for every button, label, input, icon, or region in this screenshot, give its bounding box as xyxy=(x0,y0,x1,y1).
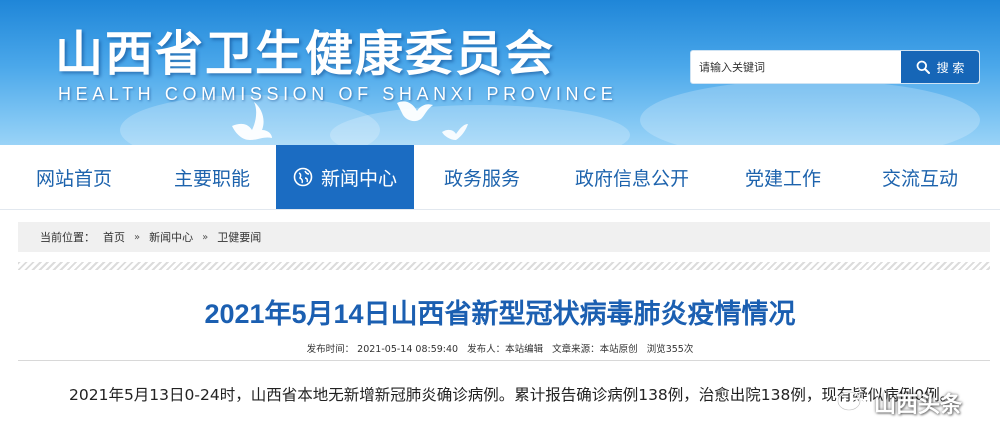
divider xyxy=(18,360,990,361)
header-banner: 山西省卫生健康委员会 HEALTH COMMISSION OF SHANXI P… xyxy=(0,0,1000,145)
wechat-icon xyxy=(837,391,868,415)
nav-item-label: 网站首页 xyxy=(35,167,112,190)
search-box: 搜 索 xyxy=(690,50,980,84)
article-meta: 发布时间： 2021-05-14 08:59:40 发布人：本站编辑 文章来源：… xyxy=(0,341,1000,355)
nav-item-label: 交流互动 xyxy=(881,167,958,190)
watermark-text: 山西头条 xyxy=(874,393,963,418)
main-nav: 网站首页 主要职能 新闻中心 政务服务 政府信息公开 党建工作 交流互动 xyxy=(0,145,1000,210)
meta-author: 发布人：本站编辑 xyxy=(467,344,544,355)
breadcrumb-separator: » xyxy=(202,231,209,243)
breadcrumb-prefix: 当前位置： xyxy=(40,231,95,244)
breadcrumb-separator: » xyxy=(134,231,141,243)
article-title: 2021年5月14日山西省新型冠状病毒肺炎疫情情况 xyxy=(204,299,796,329)
divider xyxy=(18,262,990,270)
nav-item-home[interactable]: 网站首页 xyxy=(0,145,148,209)
dove-icon xyxy=(442,124,468,140)
meta-views: 浏览355次 xyxy=(646,344,694,355)
watermark: 山西头条 xyxy=(836,386,962,420)
meta-source: 文章来源：本站原创 xyxy=(552,344,638,355)
nav-item-interaction[interactable]: 交流互动 xyxy=(852,145,988,209)
breadcrumb-item-news[interactable]: 新闻中心 xyxy=(149,229,193,245)
cloud-decoration xyxy=(640,80,980,145)
nav-item-news[interactable]: 新闻中心 xyxy=(276,145,414,209)
site-title[interactable]: 山西省卫生健康委员会 xyxy=(55,14,555,84)
nav-item-label: 新闻中心 xyxy=(320,167,397,190)
nav-item-label: 党建工作 xyxy=(744,167,821,190)
meta-published: 发布时间： 2021-05-14 08:59:40 xyxy=(306,344,459,355)
search-button[interactable]: 搜 索 xyxy=(901,51,979,83)
nav-item-label: 政务服务 xyxy=(443,167,520,190)
search-button-label: 搜 索 xyxy=(936,60,965,75)
breadcrumb-item-health-news[interactable]: 卫健要闻 xyxy=(217,229,261,245)
breadcrumb: 当前位置： 首页 » 新闻中心 » 卫健要闻 xyxy=(18,222,990,252)
nav-item-party[interactable]: 党建工作 xyxy=(714,145,852,209)
nav-item-label: 主要职能 xyxy=(173,167,250,190)
nav-item-gov-info[interactable]: 政府信息公开 xyxy=(550,145,714,209)
cloud-decoration xyxy=(330,105,630,145)
dove-icon xyxy=(232,102,272,140)
breadcrumb-item-home[interactable]: 首页 xyxy=(103,229,125,245)
search-input[interactable] xyxy=(699,56,895,78)
site-subtitle: HEALTH COMMISSION OF SHANXI PROVINCE xyxy=(58,84,618,104)
globe-icon xyxy=(293,167,313,187)
nav-item-label: 政府信息公开 xyxy=(574,167,689,190)
dove-icon xyxy=(397,101,433,122)
search-icon xyxy=(916,60,930,74)
nav-item-services[interactable]: 政务服务 xyxy=(414,145,550,209)
nav-item-functions[interactable]: 主要职能 xyxy=(148,145,276,209)
